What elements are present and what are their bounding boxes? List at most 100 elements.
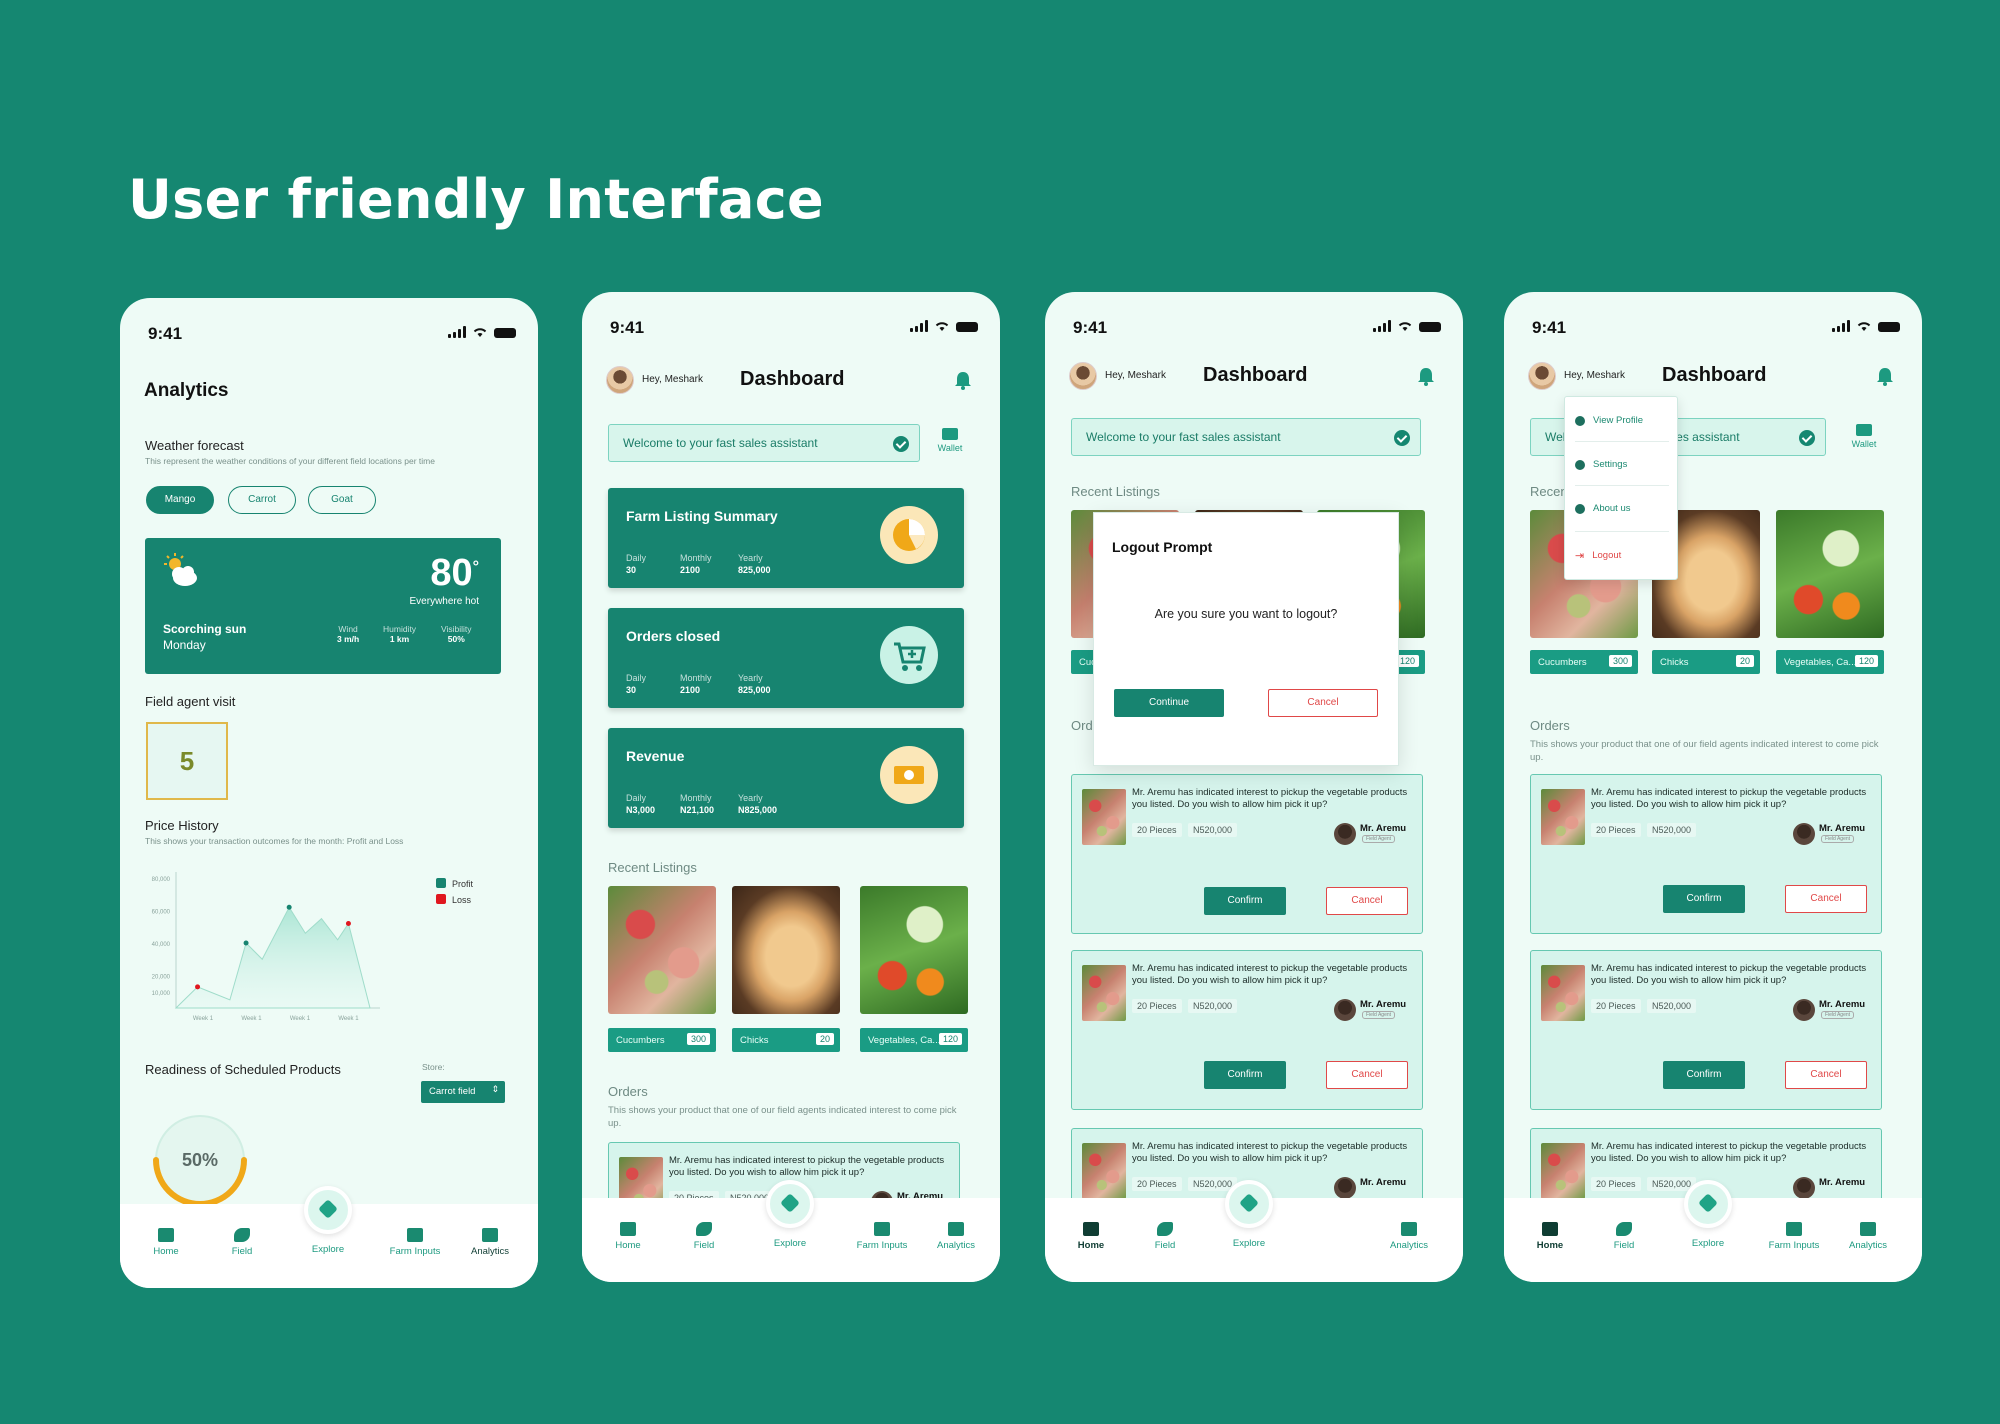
- nav-home[interactable]: Home: [1056, 1222, 1126, 1251]
- listing-image-vegetables[interactable]: [1776, 510, 1884, 638]
- order-image: [1541, 1143, 1585, 1199]
- cancel-button[interactable]: Cancel: [1326, 1061, 1408, 1089]
- greeting: Hey, Meshark: [1105, 370, 1166, 381]
- temperature-desc: Everywhere hot: [409, 596, 479, 607]
- nav-field[interactable]: Field: [207, 1228, 277, 1257]
- y-tick-label: 10,000: [152, 991, 171, 997]
- stat-label: Yearly: [738, 553, 763, 563]
- phone-menu: 9:41 Hey, Meshark Dashboard Welcome to y…: [1504, 292, 1922, 1282]
- wallet-button[interactable]: Wallet: [1844, 424, 1884, 449]
- listing-tag[interactable]: Cucumbers 300: [608, 1028, 716, 1052]
- humidity-label: Humidity: [383, 624, 417, 634]
- nav-analytics[interactable]: Analytics: [455, 1228, 525, 1257]
- agent-name: Mr. Aremu: [1360, 1177, 1407, 1188]
- nav-field[interactable]: Field: [1130, 1222, 1200, 1251]
- status-icons: [910, 320, 978, 332]
- listing-tag[interactable]: Vegetables, Ca...120: [860, 1028, 968, 1052]
- confirm-button[interactable]: Confirm: [1663, 885, 1745, 913]
- listing-name: Cucumbers: [1538, 657, 1587, 668]
- order-text: Mr. Aremu has indicated interest to pick…: [1591, 1141, 1867, 1164]
- y-tick-label: 60,000: [152, 910, 171, 916]
- page-title: Dashboard: [1662, 364, 1767, 386]
- chip-goat[interactable]: Goat: [308, 486, 376, 514]
- listing-tag[interactable]: Chicks 20: [732, 1028, 840, 1052]
- nav-home[interactable]: Home: [1515, 1222, 1585, 1251]
- nav-analytics[interactable]: Analytics: [1833, 1222, 1903, 1251]
- y-tick-label: 40,000: [152, 942, 171, 948]
- nav-explore[interactable]: Explore: [1214, 1238, 1284, 1249]
- cancel-button[interactable]: Cancel: [1326, 887, 1408, 915]
- order-price: N520,000: [1647, 823, 1697, 837]
- menu-view-profile[interactable]: View Profile: [1575, 415, 1643, 426]
- continue-button[interactable]: Continue: [1114, 689, 1224, 717]
- confirm-button[interactable]: Confirm: [1204, 1061, 1286, 1089]
- dashboard-header: Hey, Meshark Dashboard: [1528, 360, 1898, 396]
- explore-fab[interactable]: [304, 1186, 352, 1234]
- y-tick-label: 80,000: [152, 877, 171, 883]
- explore-fab[interactable]: [1225, 1180, 1273, 1228]
- nav-home[interactable]: Home: [593, 1222, 663, 1251]
- farm-listing-card[interactable]: Farm Listing Summary Daily 30 Monthly 2100…: [608, 488, 964, 588]
- explore-fab[interactable]: [1684, 1180, 1732, 1228]
- welcome-banner: Welcome to your fast sales assistant: [1071, 418, 1421, 456]
- order-price: N520,000: [1188, 823, 1238, 837]
- nav-explore[interactable]: Explore: [293, 1244, 363, 1255]
- avatar[interactable]: [1069, 362, 1097, 390]
- wifi-icon: [473, 328, 487, 337]
- confirm-button[interactable]: Confirm: [1204, 887, 1286, 915]
- menu-label: Settings: [1593, 459, 1628, 470]
- listing-name: Chicks: [740, 1035, 769, 1046]
- chip-mango[interactable]: Mango: [146, 486, 214, 514]
- degree-symbol: °: [472, 558, 479, 576]
- area-series: [174, 906, 371, 1009]
- nav-analytics-label: Analytics: [1848, 1240, 1887, 1251]
- stat-yearly: Yearly 825,000: [738, 552, 771, 576]
- nav-analytics[interactable]: Analytics: [1374, 1222, 1444, 1251]
- nav-home-label: Home: [615, 1240, 641, 1251]
- nav-field-label: Field: [693, 1240, 715, 1251]
- bag-icon: [407, 1228, 423, 1242]
- listing-tag[interactable]: Cucumbers 300: [1530, 650, 1638, 674]
- battery-icon: [956, 322, 978, 332]
- cancel-button[interactable]: Cancel: [1268, 689, 1378, 717]
- revenue-card[interactable]: Revenue Daily N3,000 Monthly N21,100 Yearl…: [608, 728, 964, 828]
- menu-about[interactable]: About us: [1575, 503, 1631, 514]
- orders-closed-card[interactable]: Orders closed Daily 30 Monthly 2100 Yearly…: [608, 608, 964, 708]
- order-image: [1541, 789, 1585, 845]
- avatar[interactable]: [1528, 362, 1556, 390]
- confirm-button[interactable]: Confirm: [1663, 1061, 1745, 1089]
- nav-home[interactable]: Home: [131, 1228, 201, 1257]
- nav-explore[interactable]: Explore: [1673, 1238, 1743, 1249]
- nav-analytics[interactable]: Analytics: [921, 1222, 991, 1251]
- avatar[interactable]: [606, 366, 634, 394]
- bell-icon[interactable]: [1876, 366, 1894, 386]
- menu-settings[interactable]: Settings: [1575, 459, 1627, 470]
- wallet-button[interactable]: Wallet: [930, 428, 970, 453]
- nav-farm-inputs[interactable]: Farm Inputs: [380, 1228, 450, 1257]
- listing-image-vegetables[interactable]: [860, 886, 968, 1014]
- bell-icon[interactable]: [1417, 366, 1435, 386]
- cancel-button[interactable]: Cancel: [1785, 885, 1867, 913]
- card-title: Revenue: [626, 748, 685, 764]
- nav-field[interactable]: Field: [1589, 1222, 1659, 1251]
- listing-image-chicks[interactable]: [732, 886, 840, 1014]
- nav-farm-inputs[interactable]: Farm Inputs: [1759, 1222, 1829, 1251]
- listing-tag[interactable]: Vegetables, Ca...120: [1776, 650, 1884, 674]
- order-qty: 20 Pieces: [1132, 1177, 1182, 1191]
- store-select[interactable]: Carrot field ⇕: [421, 1081, 505, 1103]
- home-icon: [620, 1222, 636, 1236]
- menu-logout[interactable]: ⇥ Logout: [1575, 549, 1621, 562]
- chip-carrot[interactable]: Carrot: [228, 486, 296, 514]
- listing-image-cucumbers[interactable]: [608, 886, 716, 1014]
- status-bar: 9:41: [610, 318, 978, 342]
- cancel-button[interactable]: Cancel: [1785, 1061, 1867, 1089]
- nav-farm-inputs[interactable]: Farm Inputs: [847, 1222, 917, 1251]
- explore-fab[interactable]: [766, 1180, 814, 1228]
- nav-field[interactable]: Field: [669, 1222, 739, 1251]
- agent-avatar: [1793, 1177, 1815, 1199]
- wind-label: Wind: [338, 624, 358, 634]
- bell-icon[interactable]: [954, 370, 972, 390]
- legend-loss: Loss: [452, 895, 472, 905]
- listing-tag[interactable]: Chicks 20: [1652, 650, 1760, 674]
- nav-explore[interactable]: Explore: [755, 1238, 825, 1249]
